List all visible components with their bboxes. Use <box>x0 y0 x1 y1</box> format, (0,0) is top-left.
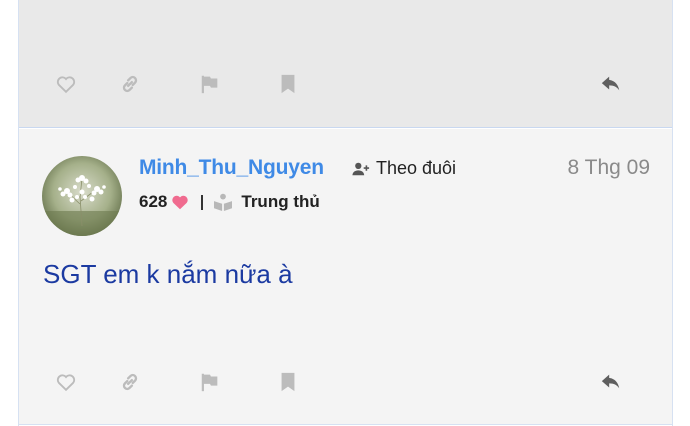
bookmark-icon <box>281 74 295 94</box>
divider <box>201 194 204 210</box>
post-actions <box>19 364 672 404</box>
topic-stream: Minh_Thu_Nguyen Theo đuôi 8 Thg 09 628 T… <box>18 0 673 426</box>
previous-post-actions <box>19 66 672 106</box>
reply-button[interactable] <box>593 364 629 400</box>
share-link-button[interactable] <box>112 66 148 102</box>
heart-icon <box>172 195 189 210</box>
like-button[interactable] <box>48 66 84 102</box>
post: Minh_Thu_Nguyen Theo đuôi 8 Thg 09 628 T… <box>19 129 672 425</box>
bookmark-button[interactable] <box>270 66 306 102</box>
reply-button[interactable] <box>593 66 629 102</box>
follow-button[interactable]: Theo đuôi <box>352 158 456 179</box>
share-link-button[interactable] <box>112 364 148 400</box>
user-meta: 628 Trung thủ <box>139 192 320 212</box>
link-icon <box>122 373 138 391</box>
post-content: SGT em k nắm nữa à <box>43 259 293 289</box>
heart-icon <box>56 76 76 94</box>
reply-icon <box>601 76 620 91</box>
previous-post <box>19 0 672 128</box>
reader-icon <box>214 193 233 211</box>
flag-button[interactable] <box>192 66 228 102</box>
follow-user-icon <box>352 162 370 175</box>
reply-icon <box>601 374 620 389</box>
heart-icon <box>56 374 76 392</box>
flag-icon <box>201 75 218 94</box>
post-author[interactable]: Minh_Thu_Nguyen <box>139 156 324 180</box>
flag-icon <box>201 373 218 392</box>
avatar-image <box>42 156 122 236</box>
follow-label: Theo đuôi <box>376 158 457 178</box>
like-button[interactable] <box>48 364 84 400</box>
flag-button[interactable] <box>192 364 228 400</box>
link-icon <box>122 75 138 93</box>
avatar[interactable] <box>42 156 122 236</box>
post-date[interactable]: 8 Thg 09 <box>567 156 650 180</box>
bookmark-button[interactable] <box>270 364 306 400</box>
bookmark-icon <box>281 372 295 392</box>
user-badge[interactable]: Trung thủ <box>241 192 319 212</box>
like-count: 628 <box>139 192 168 211</box>
